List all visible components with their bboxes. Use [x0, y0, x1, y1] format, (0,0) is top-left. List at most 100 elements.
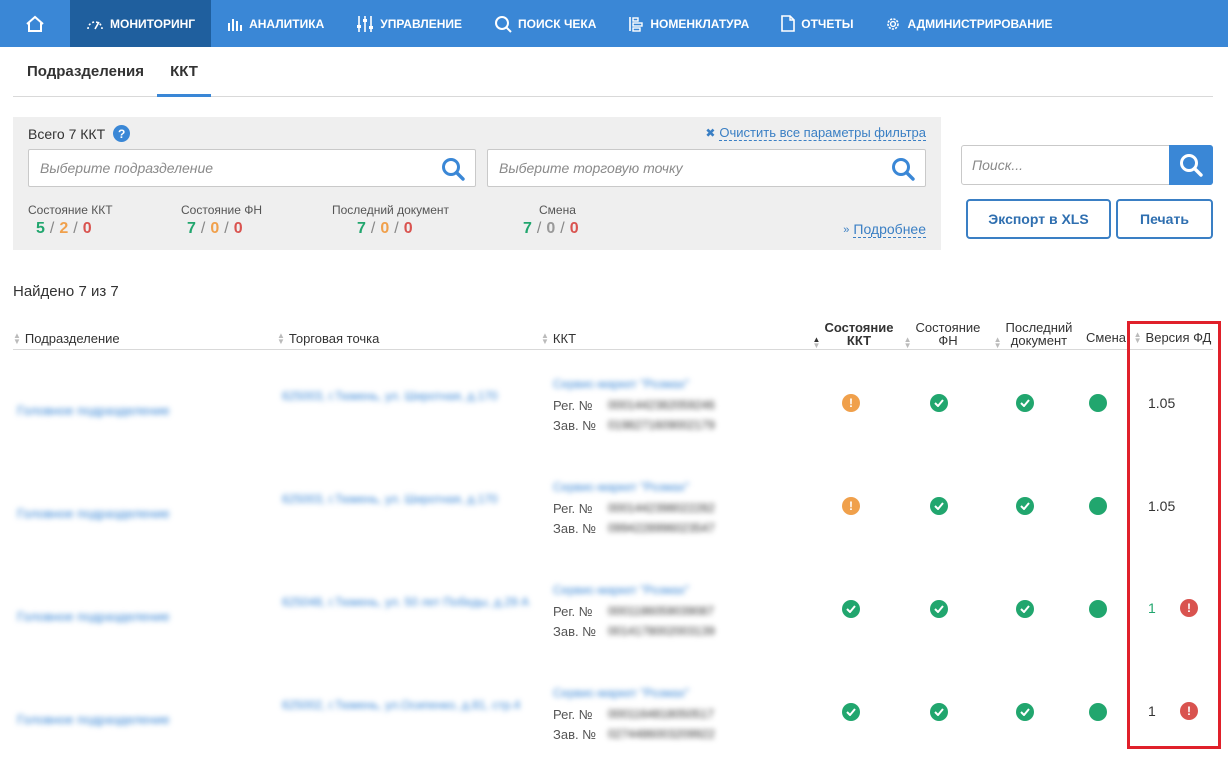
reg-number: 0001186059039087	[608, 604, 714, 618]
nav-management[interactable]: Управление	[340, 0, 478, 47]
division-link[interactable]: Головное подразделение	[17, 609, 170, 624]
found-count: Найдено 7 из 7	[13, 283, 119, 300]
table-row[interactable]: Головное подразделение 625003, г.Тюмень,…	[13, 361, 1213, 464]
nav-receipt-search[interactable]: Поиск чека	[478, 0, 612, 47]
nav-label: Администрирование	[907, 16, 1053, 31]
stat-label: Состояние ККТ	[28, 203, 113, 217]
col-last-doc[interactable]: ▲ ▼ Последний документ	[983, 319, 1083, 350]
point-link[interactable]: 625003, г.Тюмень, ул. Широтная, д.170	[282, 389, 498, 403]
col-label-wrap: Последний документ	[1006, 321, 1073, 347]
search-icon	[1180, 154, 1203, 177]
col-point[interactable]: ▲ ▼ Торговая точка	[277, 331, 379, 346]
point-link[interactable]: 625003, г.Тюмень, ул. Широтная, д.170	[282, 492, 498, 506]
sliders-icon	[357, 15, 374, 32]
reg-label: Рег. №	[553, 604, 593, 619]
nav-label: Поиск чека	[518, 16, 597, 31]
point-input[interactable]	[488, 150, 925, 186]
more-filters-link[interactable]: » Подробнее	[843, 221, 926, 238]
check-icon	[1016, 703, 1034, 721]
col-division[interactable]: ▲ ▼ Подразделение	[13, 331, 120, 346]
col-kkt[interactable]: ▲ ▼ ККТ	[541, 331, 576, 346]
point-select[interactable]	[487, 149, 926, 187]
stat-values: 7/0/0	[187, 220, 243, 237]
col-label: Подразделение	[24, 331, 120, 346]
check-icon	[930, 703, 948, 721]
table-row[interactable]: Головное подразделение 625048, г.Тюмень,…	[13, 567, 1213, 670]
point-link[interactable]: 625048, г.Тюмень, ул. 50 лет Победы, д.2…	[282, 595, 529, 609]
stat-fn-state[interactable]: Состояние ФН 7/0/0	[181, 203, 262, 238]
serial-label: Зав. №	[553, 624, 597, 639]
shift-open-icon	[1089, 600, 1107, 618]
check-icon	[930, 497, 948, 515]
sub-tabs: Подразделения ККТ	[13, 48, 1213, 97]
search-button[interactable]	[1169, 145, 1213, 185]
nav-analytics[interactable]: Аналитика	[211, 0, 340, 47]
stat-ok-count: 5	[36, 220, 45, 237]
help-icon[interactable]: ?	[113, 125, 131, 142]
tab-kkt[interactable]: ККТ	[157, 48, 211, 97]
bar-chart-icon	[228, 18, 243, 31]
table-row[interactable]: Головное подразделение 625003, г.Тюмень,…	[13, 464, 1213, 567]
stat-warn-count: 2	[59, 220, 69, 237]
stat-label: Последний документ	[332, 203, 450, 217]
serial-number: 0014178002003139	[608, 624, 715, 638]
table-header: ▲ ▼ Подразделение ▲ ▼ Торговая точка ▲ ▼ ККТ ▲…	[13, 315, 1213, 350]
search-icon[interactable]	[441, 157, 465, 181]
tab-divisions[interactable]: Подразделения	[27, 48, 144, 96]
close-icon: ✖	[705, 126, 716, 140]
reg-number: 0001164818050517	[608, 707, 714, 721]
col-label: ККТ	[846, 333, 872, 348]
kkt-link[interactable]: Сервис-маркет "Розмах"	[553, 377, 689, 391]
division-link[interactable]: Головное подразделение	[17, 712, 170, 727]
check-icon	[1016, 497, 1034, 515]
kkt-link[interactable]: Сервис-маркет "Розмах"	[553, 583, 689, 597]
search-icon[interactable]	[891, 157, 915, 181]
reg-number: 0001442398022282	[608, 501, 715, 515]
clear-filters-link[interactable]: ✖ Очистить все параметры фильтра	[705, 125, 926, 141]
division-link[interactable]: Головное подразделение	[17, 506, 170, 521]
check-icon	[1016, 600, 1034, 618]
division-input[interactable]	[29, 150, 475, 186]
nav-reports[interactable]: Отчеты	[765, 0, 869, 47]
stat-values: 7/0/0	[523, 220, 579, 237]
document-icon	[781, 15, 796, 32]
sort-icon: ▲ ▼	[13, 330, 21, 346]
home-button[interactable]	[0, 0, 70, 47]
col-kkt-state[interactable]: ▲ ▼ Состояние ККТ	[808, 319, 898, 350]
division-link[interactable]: Головное подразделение	[17, 403, 170, 418]
stat-label: Состояние ФН	[181, 203, 262, 217]
col-label: документ	[1010, 333, 1068, 348]
col-label-wrap: Состояние ККТ	[824, 321, 893, 347]
col-label-wrap: Состояние ФН	[916, 321, 981, 347]
stat-warn-count: 0	[380, 220, 390, 237]
serial-number: 0994228996023547	[608, 521, 715, 535]
sort-asc-icon: ▲ ▼	[812, 335, 821, 350]
kkt-link[interactable]: Сервис-маркет "Розмах"	[553, 480, 689, 494]
stat-last-doc[interactable]: Последний документ 7/0/0	[332, 203, 449, 238]
point-link[interactable]: 625002, г.Тюмень, ул.Осипенко, д.81, стр…	[282, 698, 520, 712]
gauge-icon	[87, 20, 103, 29]
stat-ok-count: 7	[357, 220, 366, 237]
export-xls-button[interactable]: Экспорт в XLS	[966, 199, 1111, 239]
table-row[interactable]: Головное подразделение 625002, г.Тюмень,…	[13, 670, 1213, 761]
col-label: ККТ	[552, 331, 577, 346]
stat-label: Смена	[539, 203, 576, 217]
col-fn-state[interactable]: ▲ ▼ Состояние ФН	[897, 319, 987, 350]
check-icon	[930, 600, 948, 618]
stat-kkt-state[interactable]: Состояние ККТ 5/2/0	[28, 203, 113, 238]
nav-nomenclature[interactable]: Номенклатура	[612, 0, 765, 47]
nav-label: Номенклатура	[650, 16, 750, 31]
stat-shift[interactable]: Смена 7/0/0	[523, 203, 579, 238]
nomenclature-icon	[629, 16, 644, 32]
stat-values: 7/0/0	[357, 220, 413, 237]
nav-administration[interactable]: Администрирование	[869, 0, 1068, 47]
serial-number: 0274486003209922	[608, 727, 715, 741]
print-button[interactable]: Печать	[1116, 199, 1213, 239]
reg-label: Рег. №	[553, 398, 593, 413]
division-select[interactable]	[28, 149, 476, 187]
highlight-frame	[1127, 321, 1221, 749]
nav-monitoring[interactable]: Мониторинг	[70, 0, 212, 47]
kkt-link[interactable]: Сервис-маркет "Розмах"	[553, 686, 689, 700]
stat-warn-count: 0	[210, 220, 220, 237]
search-input[interactable]	[962, 146, 1170, 184]
